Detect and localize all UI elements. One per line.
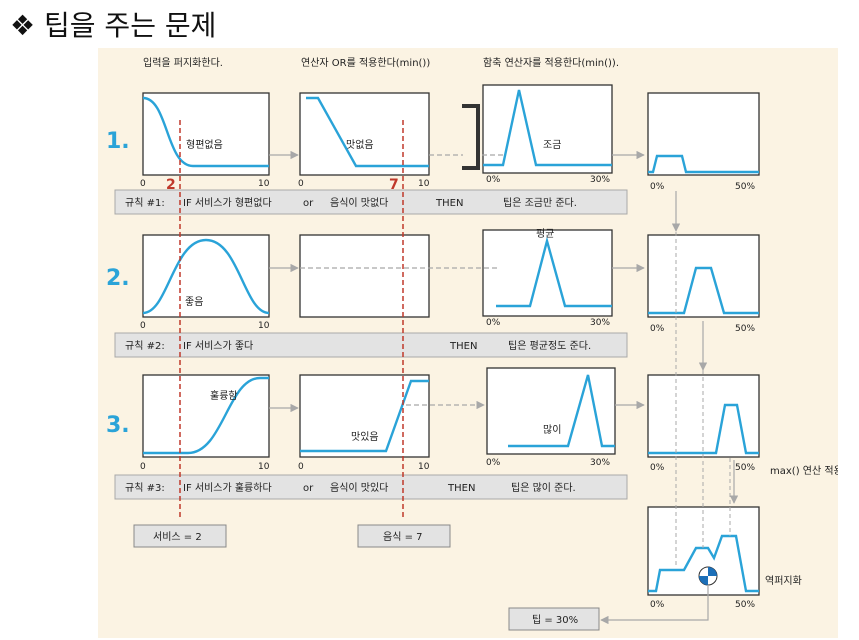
- service-input-text: 서비스 = 2: [153, 531, 202, 543]
- max-operation-label: max() 연산 적용: [770, 465, 838, 477]
- row2-agg-max: 50%: [735, 324, 755, 334]
- row1-agg-max: 50%: [735, 182, 755, 192]
- header-or-operator: 연산자 OR를 적용한다(min()): [301, 57, 430, 69]
- row2-food-empty-box: [299, 234, 430, 318]
- row1-agg-min: 0%: [650, 182, 665, 192]
- rule2-id: 규칙 #2:: [125, 340, 165, 352]
- header-fuzzify: 입력을 퍼지화한다.: [143, 56, 223, 69]
- rule1-then: THEN: [435, 198, 463, 209]
- row3-food-min: 0: [298, 462, 304, 472]
- or-bracket: [462, 104, 480, 170]
- centroid-icon: [698, 566, 718, 586]
- row1-food-max: 10: [418, 179, 430, 189]
- rule3-consequence: 팁은 많이 준다.: [511, 482, 576, 494]
- rule2-then: THEN: [449, 341, 477, 352]
- service-excellent-label: 훌륭함: [210, 389, 238, 402]
- row2-input-max: 10: [258, 321, 270, 331]
- slide-title: ❖ 팁을 주는 문제: [10, 4, 216, 44]
- food-rancid-label: 맛없음: [346, 138, 374, 151]
- service-good-box: [142, 234, 270, 318]
- row3-agg-min: 0%: [650, 463, 665, 473]
- row2-input-min: 0: [140, 321, 146, 331]
- rule1-cond2: 음식이 맛없다: [330, 196, 388, 209]
- food-delicious-label: 맛있음: [351, 431, 379, 443]
- service-good-label: 좋음: [185, 296, 203, 308]
- rule1-id: 규칙 #1:: [125, 197, 165, 209]
- row2-tip-max: 30%: [590, 318, 610, 328]
- rule3-cond2: 음식이 맛있다: [330, 482, 388, 494]
- row1-food-min: 0: [298, 179, 304, 189]
- service-poor-box: [142, 92, 270, 176]
- food-input-text: 음식 = 7: [383, 531, 423, 543]
- service-poor-label: 형편없음: [186, 138, 223, 151]
- row3-food-max: 10: [418, 462, 430, 472]
- rule3-id: 규칙 #3:: [125, 482, 165, 494]
- rule3-op: or: [303, 483, 314, 494]
- row3-input-min: 0: [140, 462, 146, 472]
- diamond-bullet-icon: ❖: [10, 9, 36, 42]
- final-agg-min: 0%: [650, 600, 665, 610]
- tip-generous-label: 많이: [543, 424, 561, 436]
- service-marker-value: 2: [166, 177, 176, 193]
- rule1-op: or: [303, 198, 314, 209]
- tip-cheap-box: [482, 84, 613, 174]
- rule2-consequence: 팁은 평균정도 준다.: [508, 340, 591, 352]
- row-number-2: 2.: [106, 266, 130, 291]
- row1-input-min: 0: [140, 179, 146, 189]
- rule2-if: IF 서비스가 좋다: [183, 340, 253, 352]
- row2-clipped-box: [647, 234, 760, 318]
- row1-tip-max: 30%: [590, 175, 610, 185]
- row-number-1: 1.: [106, 129, 130, 154]
- tip-average-label: 평균: [536, 228, 554, 240]
- row-number-3: 3.: [106, 413, 130, 438]
- food-rancid-box: [299, 92, 430, 176]
- row2-tip-min: 0%: [486, 318, 501, 328]
- header-implication: 함축 연산자를 적용한다(min()).: [483, 57, 619, 69]
- row3-tip-max: 30%: [590, 458, 610, 468]
- row3-agg-max: 50%: [735, 463, 755, 473]
- defuzzify-label: 역퍼지화: [765, 575, 802, 587]
- rule1-if: IF 서비스가 형편없다: [183, 196, 272, 209]
- row3-input-max: 10: [258, 462, 270, 472]
- diagram-canvas: 입력을 퍼지화한다. 연산자 OR를 적용한다(min()) 함축 연산자를 적…: [106, 56, 838, 631]
- row1-tip-min: 0%: [486, 175, 501, 185]
- rule3-if: IF 서비스가 훌륭하다: [183, 481, 272, 494]
- result-text: 팁 = 30%: [532, 614, 578, 626]
- row1-input-max: 10: [258, 179, 270, 189]
- food-marker-value: 7: [389, 177, 399, 193]
- slide-title-text: 팁을 주는 문제: [44, 9, 217, 42]
- row1-clipped-box: [647, 92, 760, 176]
- row2-agg-min: 0%: [650, 324, 665, 334]
- rule3-then: THEN: [447, 483, 475, 494]
- rule1-consequence: 팁은 조금만 준다.: [503, 197, 577, 209]
- row3-tip-min: 0%: [486, 458, 501, 468]
- final-agg-max: 50%: [735, 600, 755, 610]
- tip-cheap-label: 조금: [543, 139, 561, 151]
- fuzzy-tip-diagram: 입력을 퍼지화한다. 연산자 OR를 적용한다(min()) 함축 연산자를 적…: [98, 48, 838, 638]
